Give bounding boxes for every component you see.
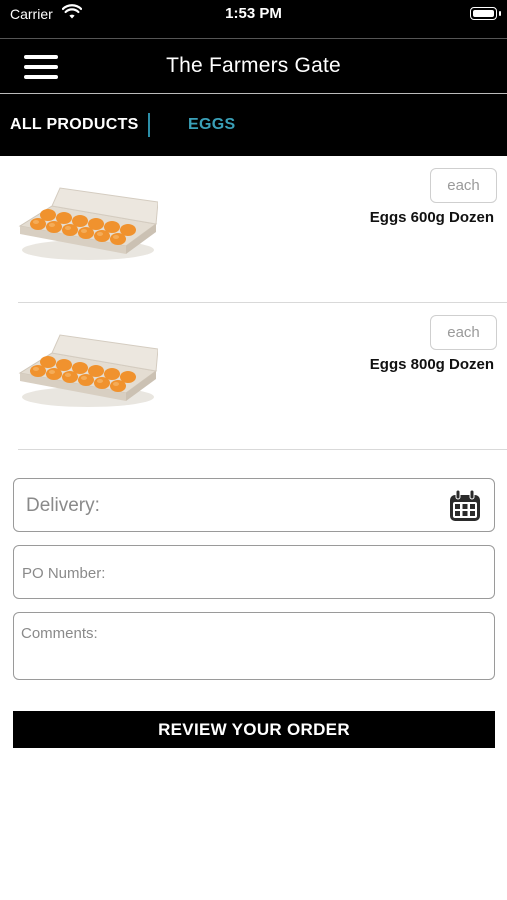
po-number-field[interactable]: PO Number: [13,545,495,599]
delivery-placeholder: Delivery: [26,495,100,516]
comments-field[interactable]: Comments: [13,612,495,680]
unit-selector[interactable]: each [430,168,497,203]
product-name: Eggs 800g Dozen [369,356,494,373]
product-item[interactable]: each Eggs 800g Dozen [0,303,507,449]
status-bar: Carrier 1:53 PM [0,0,507,38]
page-title: The Farmers Gate [166,54,341,77]
nav-bar: The Farmers Gate [0,38,507,94]
product-item[interactable]: each Eggs 600g Dozen [0,156,507,302]
battery-icon [470,7,501,20]
tab-eggs[interactable]: EGGS [188,116,235,134]
status-time: 1:53 PM [225,5,282,22]
unit-selector[interactable]: each [430,315,497,350]
egg-carton-image [18,187,158,260]
po-number-placeholder: PO Number: [22,565,106,582]
calendar-icon[interactable] [448,489,482,523]
product-name: Eggs 600g Dozen [369,209,494,226]
egg-carton-image [18,334,158,407]
category-divider [148,113,150,137]
comments-placeholder: Comments: [21,625,98,642]
review-order-button[interactable]: REVIEW YOUR ORDER [13,711,495,748]
delivery-field[interactable]: Delivery: [13,478,495,532]
tab-all-products[interactable]: ALL PRODUCTS [10,116,139,134]
divider [18,449,507,450]
category-bar: ALL PRODUCTS EGGS [0,94,507,156]
